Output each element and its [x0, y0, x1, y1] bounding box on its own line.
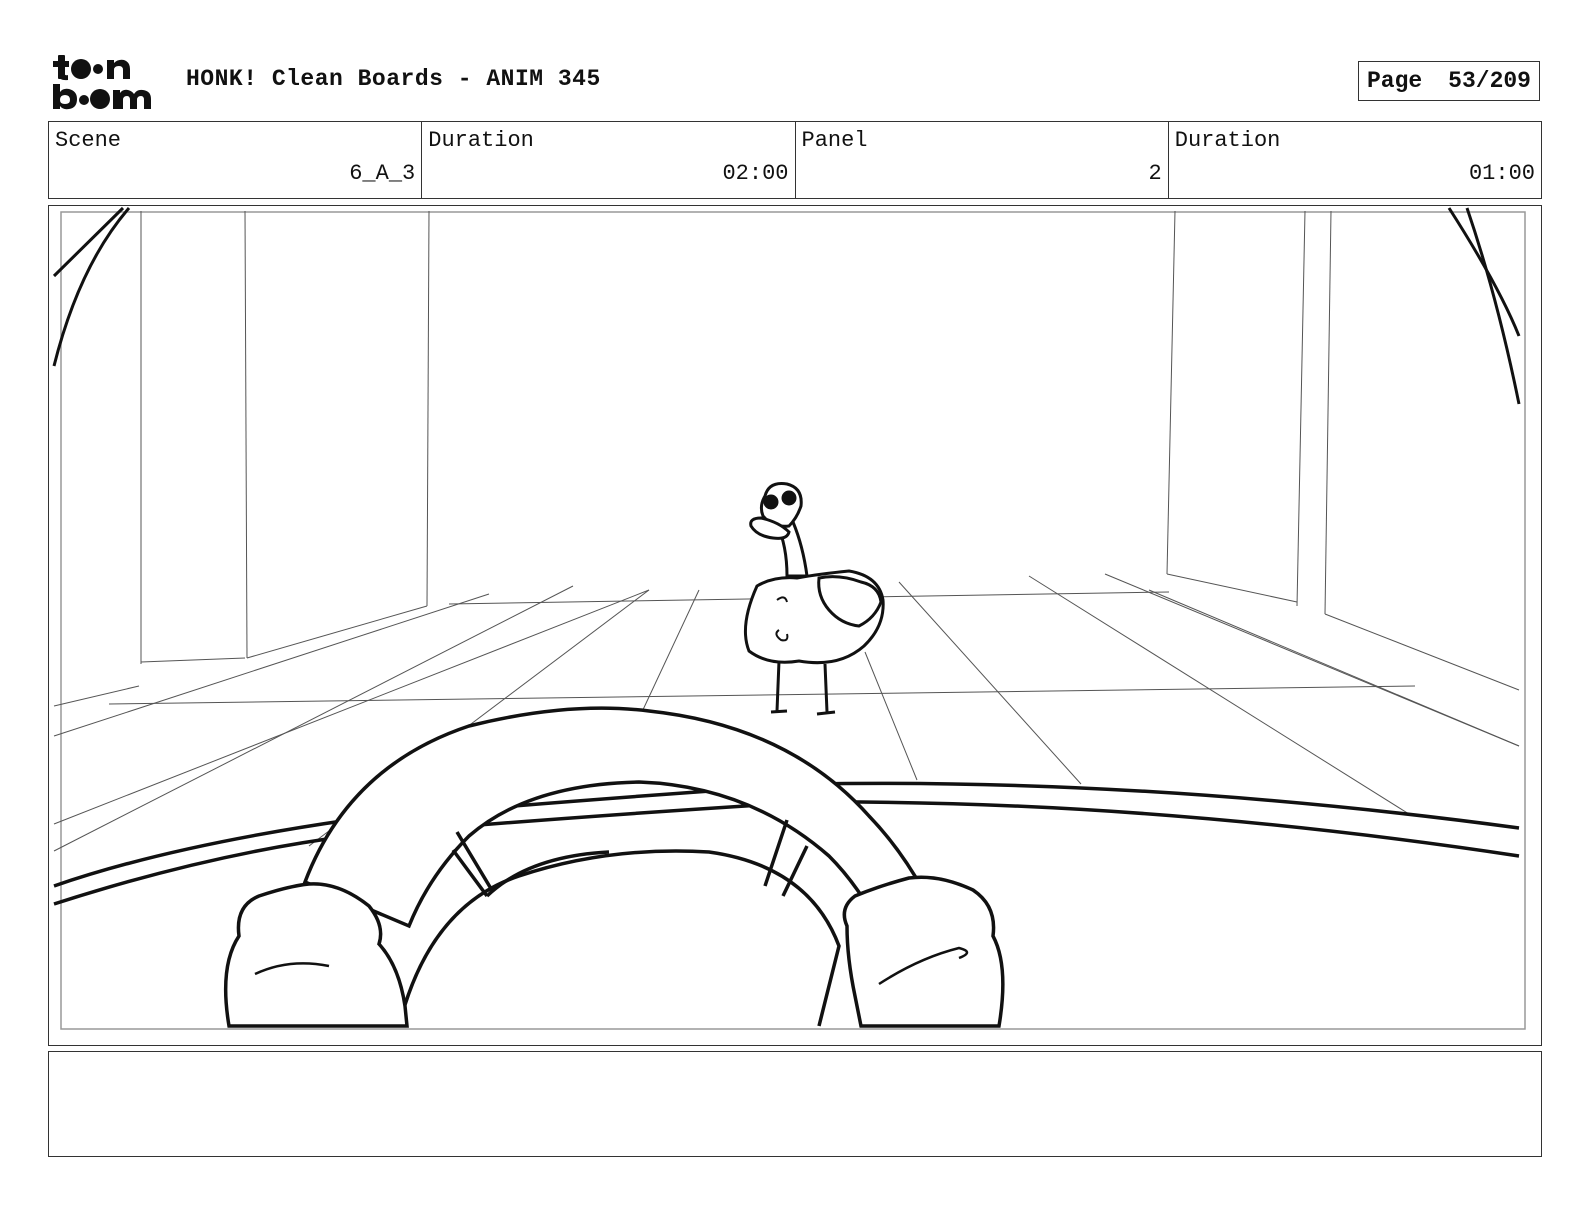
- windshield-pillars: [52, 206, 1521, 405]
- panel-drawing: [52, 206, 1526, 1030]
- page-indicator: Page 53/209: [1358, 61, 1540, 101]
- document-title: HONK! Clean Boards - ANIM 345: [186, 66, 601, 92]
- storyboard-panel: [48, 205, 1542, 1046]
- panel-info-bar: Scene 6_A_3 Duration 02:00 Panel 2 Durat…: [48, 121, 1542, 199]
- panel-duration-cell: Duration 01:00: [1169, 122, 1541, 198]
- panel-cell: Panel 2: [796, 122, 1169, 198]
- action-notes-box: [48, 1051, 1542, 1157]
- goose-character: [743, 482, 885, 716]
- driver-hands: [223, 875, 1005, 1028]
- panel-duration-label: Duration: [1174, 128, 1281, 153]
- panel-duration-value: 01:00: [1468, 161, 1535, 186]
- scene-duration-label: Duration: [428, 128, 534, 153]
- scene-value: 6_A_3: [349, 161, 416, 186]
- page-label: Page: [1367, 68, 1423, 94]
- scene-duration-value: 02:00: [722, 161, 789, 186]
- panel-label: Panel: [801, 128, 868, 153]
- page-number: 53/209: [1448, 68, 1531, 94]
- scene-label: Scene: [55, 128, 122, 153]
- scene-cell: Scene 6_A_3: [49, 122, 423, 198]
- panel-value: 2: [1148, 161, 1162, 186]
- toon-boom-logo: [53, 55, 151, 110]
- scene-duration-cell: Duration 02:00: [422, 122, 796, 198]
